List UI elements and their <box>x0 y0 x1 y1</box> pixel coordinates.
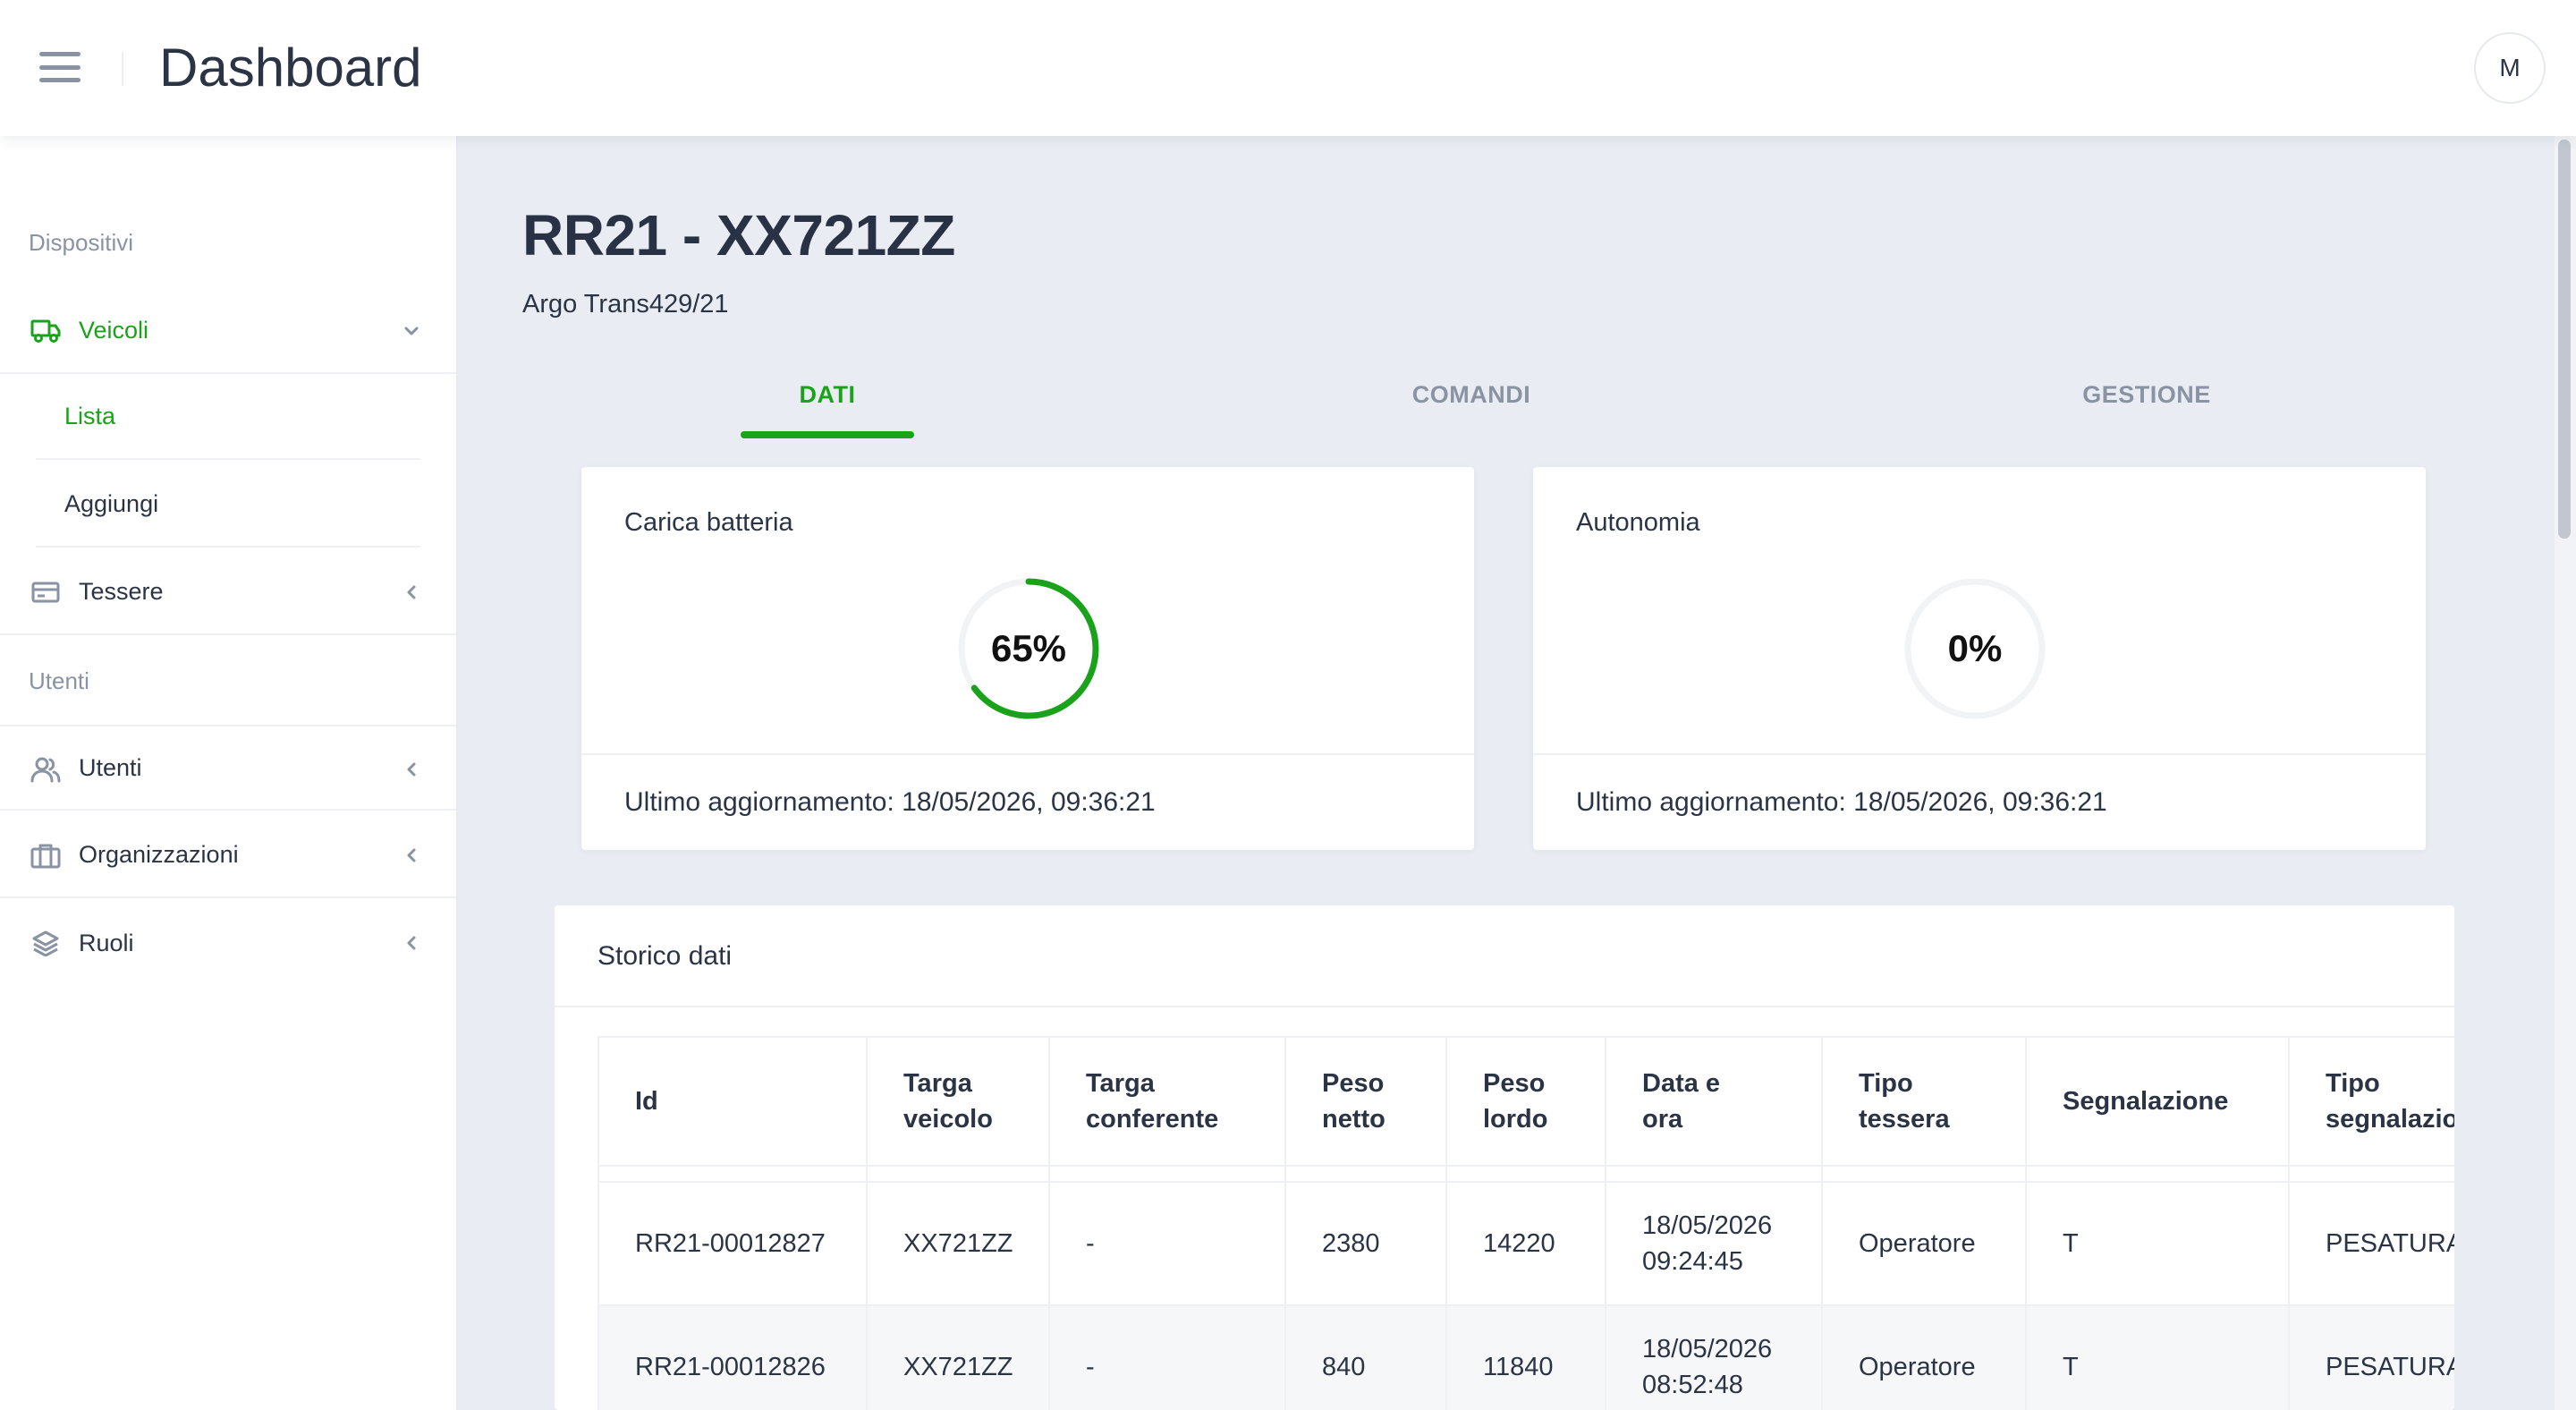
chevron-left-icon <box>399 930 424 956</box>
table-row[interactable]: RR21-00012826 XX721ZZ - 840 11840 18/05/… <box>597 1304 2454 1410</box>
autonomy-card-title: Autonomia <box>1576 508 1700 537</box>
sidebar-subitem-label: Aggiungi <box>64 489 159 517</box>
cell-card-type: Operatore <box>1821 1181 2027 1306</box>
column-header-net-weight[interactable]: Peso netto <box>1284 1036 1447 1167</box>
sidebar-subitem-label: Lista <box>64 402 116 429</box>
card-divider <box>1533 753 2426 755</box>
sidebar-section-devices: Dispositivi <box>29 229 134 256</box>
table-spacer-row <box>597 1165 2454 1183</box>
active-tab-indicator <box>741 431 914 438</box>
cell-card-type: Operatore <box>1821 1304 2027 1410</box>
sidebar-item-users[interactable]: Utenti <box>0 725 456 811</box>
column-header-id[interactable]: Id <box>597 1036 868 1167</box>
battery-last-update: Ultimo aggiornamento: 18/05/2026, 09:36:… <box>624 787 1156 817</box>
truck-icon <box>30 317 61 345</box>
history-card: Storico dati Id Targa veicolo Targa confer… <box>555 905 2454 1410</box>
cell-plate: XX721ZZ <box>866 1304 1050 1410</box>
menu-toggle-icon[interactable] <box>39 52 80 82</box>
history-table: Id Targa veicolo Targa conferente Peso nett… <box>597 1036 2454 1410</box>
sidebar-subitem-add[interactable]: Aggiungi <box>36 462 420 548</box>
column-header-gross-weight[interactable]: Peso lordo <box>1445 1036 1606 1167</box>
vehicle-title: RR21 - XX721ZZ <box>522 203 955 268</box>
sidebar-item-label: Ruoli <box>79 929 134 956</box>
column-header-report-type[interactable]: Tiposegnalazione <box>2288 1036 2454 1167</box>
sidebar-item-label: Utenti <box>79 753 142 781</box>
cell-report: T <box>2025 1304 2290 1410</box>
sidebar-subitem-list[interactable]: Lista <box>36 374 420 460</box>
tab-commands[interactable]: COMANDI <box>1342 381 1601 409</box>
cell-gross-weight: 14220 <box>1445 1181 1606 1306</box>
sidebar-item-label: Veicoli <box>79 316 149 344</box>
autonomy-card: Autonomia 0% Ultimo aggiornamento: 18/05… <box>1533 467 2426 850</box>
credit-card-icon <box>30 578 61 607</box>
chevron-down-icon <box>399 319 424 344</box>
sidebar-item-label: Tessere <box>79 577 164 605</box>
cell-report-type: PESATURA <box>2288 1181 2454 1306</box>
sidebar: Dispositivi Veicoli Lista Aggiungi Tesse… <box>0 136 458 1410</box>
page-title: Dashboard <box>159 38 422 98</box>
cell-report: T <box>2025 1181 2290 1306</box>
chevron-left-icon <box>399 580 424 605</box>
user-avatar[interactable]: M <box>2474 32 2546 104</box>
cell-id: RR21-00012826 <box>597 1304 868 1410</box>
cell-id: RR21-00012827 <box>597 1181 868 1306</box>
card-divider <box>555 1006 2454 1007</box>
cell-datetime: 18/05/2026 09:24:45 <box>1605 1181 1823 1306</box>
cell-plate: XX721ZZ <box>866 1181 1050 1306</box>
top-header: Dashboard M <box>0 0 2576 136</box>
sidebar-item-label: Organizzazioni <box>79 840 239 868</box>
column-header-datetime[interactable]: Data e ora <box>1605 1036 1823 1167</box>
sidebar-section-users: Utenti <box>29 667 89 694</box>
cell-report-type: PESATURA <box>2288 1304 2454 1410</box>
sidebar-item-roles[interactable]: Ruoli <box>0 900 456 986</box>
battery-card: Carica batteria 65% Ultimo aggiornamento… <box>581 467 1474 850</box>
autonomy-gauge: 0% <box>1899 573 2051 725</box>
battery-gauge: 65% <box>953 573 1105 725</box>
column-header-conferrer-plate[interactable]: Targa conferente <box>1048 1036 1286 1167</box>
cell-net-weight: 840 <box>1284 1304 1447 1410</box>
column-header-report[interactable]: Segnalazione <box>2025 1036 2290 1167</box>
chevron-left-icon <box>399 757 424 782</box>
history-table-wrapper[interactable]: Id Targa veicolo Targa conferente Peso nett… <box>597 1036 2454 1410</box>
cell-conferrer-plate: - <box>1048 1304 1286 1410</box>
card-divider <box>581 753 1474 755</box>
battery-card-title: Carica batteria <box>624 508 793 537</box>
cell-gross-weight: 11840 <box>1445 1304 1606 1410</box>
table-header-row: Id Targa veicolo Targa conferente Peso nett… <box>597 1036 2454 1167</box>
battery-gauge-value: 65% <box>990 627 1067 669</box>
cell-net-weight: 2380 <box>1284 1181 1447 1306</box>
briefcase-icon <box>30 841 61 870</box>
sidebar-item-organizations[interactable]: Organizzazioni <box>0 812 456 898</box>
scrollbar-thumb[interactable] <box>2558 140 2571 539</box>
cell-datetime: 18/05/2026 08:52:48 <box>1605 1304 1823 1410</box>
users-icon <box>30 755 61 784</box>
column-header-plate[interactable]: Targa veicolo <box>866 1036 1050 1167</box>
tab-data[interactable]: DATI <box>741 381 914 409</box>
sidebar-item-vehicles[interactable]: Veicoli <box>0 288 456 374</box>
header-separator <box>122 52 123 86</box>
history-card-title: Storico dati <box>597 941 733 971</box>
tab-management[interactable]: GESTIONE <box>2021 381 2272 409</box>
table-row[interactable]: RR21-00012827 XX721ZZ - 2380 14220 18/05… <box>597 1181 2454 1306</box>
column-header-card-type[interactable]: Tipo tessera <box>1821 1036 2027 1167</box>
vehicle-subtitle: Argo Trans429/21 <box>522 290 729 319</box>
autonomy-last-update: Ultimo aggiornamento: 18/05/2026, 09:36:… <box>1576 787 2107 817</box>
chevron-left-icon <box>399 843 424 868</box>
sidebar-item-cards[interactable]: Tessere <box>0 549 456 635</box>
autonomy-gauge-value: 0% <box>1947 627 2003 669</box>
layers-icon <box>30 929 61 957</box>
cell-conferrer-plate: - <box>1048 1181 1286 1306</box>
